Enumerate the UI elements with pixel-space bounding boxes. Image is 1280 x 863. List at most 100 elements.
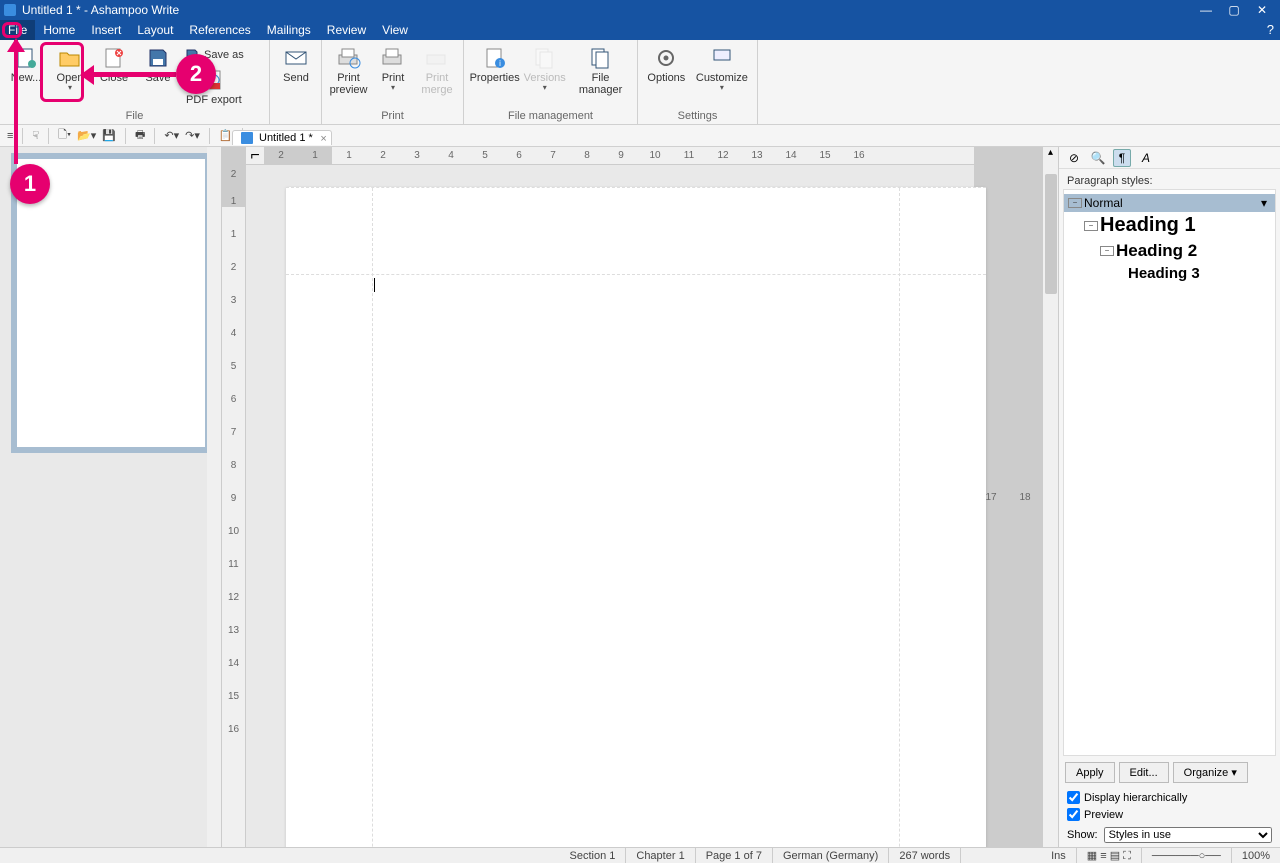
checkbox-preview[interactable]: Preview [1059, 806, 1280, 823]
print-merge-button[interactable]: Print merge [415, 44, 459, 98]
doc-tab-icon [241, 132, 253, 144]
qat-touch-icon[interactable]: ☟ [29, 129, 42, 142]
style-normal[interactable]: − Normal ▾ [1064, 194, 1275, 212]
vruler-mark: 2 [222, 240, 245, 273]
view-mode-icons[interactable]: ▦ ≡ ▤ ⛶ [1077, 848, 1142, 863]
hruler-mark: 9 [604, 150, 638, 161]
print-icon [379, 46, 407, 70]
chevron-down-icon: ▾ [720, 84, 724, 92]
help-icon[interactable]: ? [1267, 22, 1274, 37]
edit-style-button[interactable]: Edit... [1119, 762, 1169, 783]
menu-home[interactable]: Home [35, 20, 83, 40]
hruler-mark: 13 [740, 150, 774, 161]
send-button[interactable]: Send [274, 44, 318, 86]
status-ins[interactable]: Ins [1041, 848, 1077, 863]
tree-collapse-icon[interactable]: − [1100, 246, 1114, 256]
vruler-mark: 5 [222, 339, 245, 372]
menu-view[interactable]: View [374, 20, 416, 40]
vruler-mark: 11 [222, 537, 245, 570]
save-icon [144, 46, 172, 70]
horizontal-ruler[interactable]: ⌐ 2 1 1 2 3 4 5 6 7 8 9 10 11 12 13 14 1… [246, 147, 1042, 165]
customize-icon [708, 46, 736, 70]
zoom-slider[interactable]: ──────○── [1142, 848, 1232, 863]
qat-open-icon[interactable]: 📂▾ [74, 129, 99, 142]
annotation-callout-1: 1 [10, 164, 50, 204]
close-window-button[interactable]: ✕ [1248, 3, 1276, 17]
status-chapter[interactable]: Chapter 1 [626, 848, 695, 863]
qat-print-icon[interactable]: 🖶 [132, 126, 148, 145]
forbid-icon[interactable]: ⊘ [1065, 149, 1083, 167]
hruler-mark: 5 [468, 150, 502, 161]
print-button[interactable]: Print ▾ [371, 44, 415, 94]
hruler-mark: 6 [502, 150, 536, 161]
vruler-mark: 6 [222, 372, 245, 405]
group-label-print: Print [322, 110, 463, 124]
menu-mailings[interactable]: Mailings [259, 20, 319, 40]
close-tab-icon[interactable]: × [320, 133, 326, 145]
qat-redo-icon[interactable]: ↷▾ [182, 129, 203, 142]
title-bar: Untitled 1 * - Ashampoo Write — ▢ ✕ [0, 0, 1280, 20]
qat-new-icon[interactable]: 🗋▾ [55, 126, 74, 145]
styles-heading: Paragraph styles: [1059, 169, 1280, 189]
tree-collapse-icon[interactable]: − [1084, 221, 1098, 231]
organize-styles-button[interactable]: Organize ▾ [1173, 762, 1248, 783]
menu-review[interactable]: Review [319, 20, 374, 40]
vruler-mark: 4 [222, 306, 245, 339]
style-heading2[interactable]: − Heading 2 [1064, 239, 1275, 263]
menu-file[interactable]: File [0, 20, 35, 40]
maximize-button[interactable]: ▢ [1220, 3, 1248, 17]
editor-scrollbar[interactable]: ▴ [1042, 147, 1058, 847]
options-button[interactable]: Options [642, 44, 691, 86]
hruler-mark: 7 [536, 150, 570, 161]
status-wordcount[interactable]: 267 words [889, 848, 961, 863]
styles-pane: ⊘ 🔍 ¶ A Paragraph styles: − Normal ▾ − H… [1058, 147, 1280, 847]
qat-undo-icon[interactable]: ↶▾ [161, 129, 182, 142]
style-heading3[interactable]: Heading 3 [1064, 263, 1275, 284]
close-button[interactable]: Close [92, 44, 136, 86]
app-icon [4, 4, 16, 16]
menu-layout[interactable]: Layout [129, 20, 181, 40]
vruler-mark: 2 [222, 147, 245, 180]
apply-style-button[interactable]: Apply [1065, 762, 1115, 783]
work-area: 2 1 1 2 3 4 5 6 7 8 9 10 11 12 13 14 15 … [0, 147, 1280, 847]
versions-button[interactable]: Versions ▾ [521, 44, 568, 94]
status-language[interactable]: German (Germany) [773, 848, 889, 863]
menu-references[interactable]: References [181, 20, 258, 40]
document-tabs: Untitled 1 * × [232, 127, 332, 147]
show-styles-select[interactable]: Styles in use [1104, 827, 1272, 843]
paragraph-style-icon[interactable]: ¶ [1113, 149, 1131, 167]
status-section[interactable]: Section 1 [560, 848, 627, 863]
properties-button[interactable]: i Properties [468, 44, 521, 86]
hruler-mark: 16 [842, 150, 876, 161]
document-page[interactable] [286, 187, 986, 847]
chevron-down-icon: ▾ [68, 84, 72, 92]
save-button[interactable]: Save [136, 44, 180, 86]
tree-collapse-icon[interactable]: − [1068, 198, 1082, 208]
vruler-mark: 16 [222, 702, 245, 735]
thumbnail-scrollbar[interactable] [207, 147, 221, 847]
menu-insert[interactable]: Insert [83, 20, 129, 40]
minimize-button[interactable]: — [1192, 3, 1220, 17]
vruler-mark: 1 [222, 180, 245, 207]
print-preview-button[interactable]: Print preview [326, 44, 371, 98]
hruler-mark: 2 [264, 150, 298, 161]
vertical-ruler[interactable]: 2 1 1 2 3 4 5 6 7 8 9 10 11 12 13 14 15 … [222, 147, 246, 847]
file-manager-button[interactable]: File manager [568, 44, 633, 98]
checkbox-hierarchical[interactable]: Display hierarchically [1059, 789, 1280, 806]
chevron-down-icon[interactable]: ▾ [1261, 196, 1271, 210]
hruler-mark: 12 [706, 150, 740, 161]
hruler-mark: 3 [400, 150, 434, 161]
hruler-mark: 11 [672, 150, 706, 161]
search-icon[interactable]: 🔍 [1089, 149, 1107, 167]
customize-button[interactable]: Customize ▾ [691, 44, 753, 94]
qat-save-icon[interactable]: 💾 [99, 129, 119, 142]
status-page[interactable]: Page 1 of 7 [696, 848, 773, 863]
styles-tree: − Normal ▾ − Heading 1 − Heading 2 Headi… [1063, 189, 1276, 756]
group-label-file: File [0, 110, 269, 124]
char-style-icon[interactable]: A [1137, 149, 1155, 167]
close-doc-icon [100, 46, 128, 70]
style-heading1[interactable]: − Heading 1 [1064, 212, 1275, 239]
document-tab[interactable]: Untitled 1 * × [232, 130, 332, 145]
status-zoom[interactable]: 100% [1232, 850, 1280, 862]
vruler-mark: 14 [222, 636, 245, 669]
